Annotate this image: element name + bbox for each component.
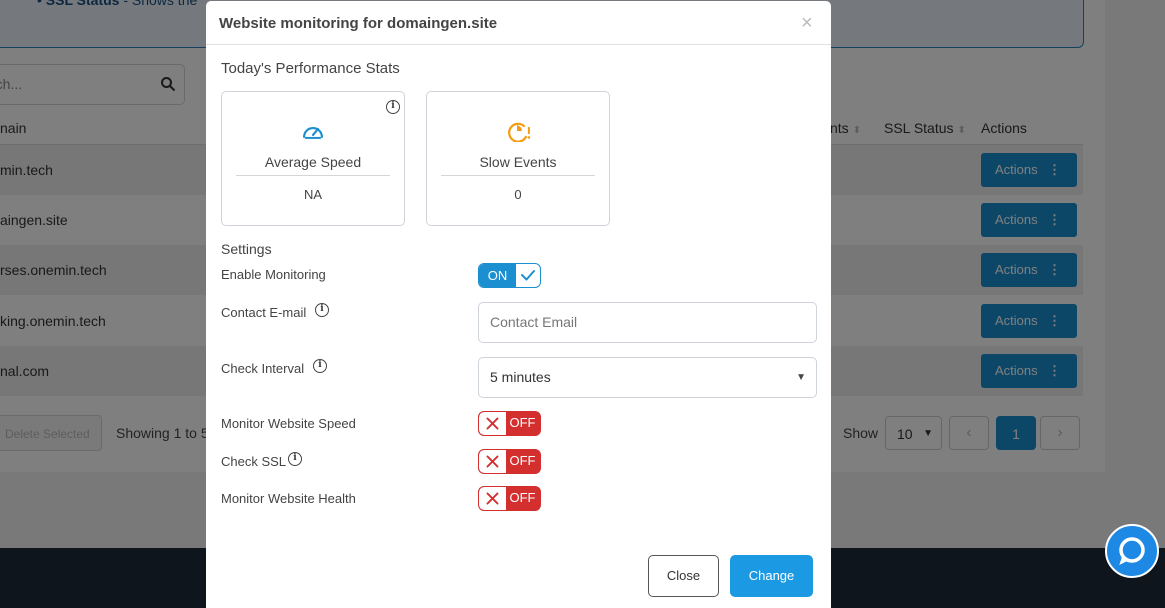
monitor-health-label: Monitor Website Health xyxy=(221,491,356,506)
x-icon xyxy=(479,487,506,510)
info-icon[interactable]: i xyxy=(313,359,327,373)
stats-heading: Today's Performance Stats xyxy=(221,60,400,77)
slow-events-card: Slow Events 0 xyxy=(426,91,610,226)
chat-button[interactable] xyxy=(1105,524,1159,578)
monitor-speed-label: Monitor Website Speed xyxy=(221,416,356,431)
modal-header: Website monitoring for domaingen.site × xyxy=(206,1,831,45)
check-interval-value: 5 minutes xyxy=(490,369,551,385)
monitor-health-toggle[interactable]: OFF xyxy=(478,486,541,511)
toggle-state: OFF xyxy=(509,415,536,430)
modal-title: Website monitoring for domaingen.site xyxy=(219,15,498,32)
contact-email-label: Contact E-mail xyxy=(221,305,307,320)
stat-label: Slow Events xyxy=(479,154,557,170)
contact-email-field[interactable]: Contact Email xyxy=(478,302,817,343)
x-icon xyxy=(479,412,506,435)
divider xyxy=(236,175,390,176)
chevron-down-icon: ▼ xyxy=(796,372,806,383)
stat-value: 0 xyxy=(514,187,522,202)
check-interval-select[interactable]: 5 minutes ▼ xyxy=(478,357,817,398)
enable-monitoring-label: Enable Monitoring xyxy=(221,267,326,282)
average-speed-card: i Average Speed NA xyxy=(221,91,405,226)
monitor-speed-toggle[interactable]: OFF xyxy=(478,411,541,436)
enable-monitoring-toggle[interactable]: ON xyxy=(478,263,541,288)
stat-label: Average Speed xyxy=(264,154,362,170)
contact-email-placeholder: Contact Email xyxy=(490,314,578,330)
check-ssl-label: Check SSL xyxy=(221,454,287,469)
info-icon[interactable]: i xyxy=(315,303,329,317)
chat-icon xyxy=(1119,537,1145,565)
x-icon xyxy=(479,450,506,473)
check-icon xyxy=(521,270,535,281)
divider xyxy=(441,175,595,176)
toggle-state: ON xyxy=(479,264,516,287)
stat-value: NA xyxy=(303,187,323,202)
check-interval-label: Check Interval xyxy=(221,361,305,376)
monitoring-modal: Website monitoring for domaingen.site × … xyxy=(206,1,831,608)
change-button[interactable]: Change xyxy=(730,555,813,597)
toggle-state: OFF xyxy=(509,453,536,468)
toggle-state: OFF xyxy=(509,490,536,505)
check-ssl-toggle[interactable]: OFF xyxy=(478,449,541,474)
gauge-icon xyxy=(303,126,323,139)
settings-heading: Settings xyxy=(221,241,272,257)
close-icon[interactable]: × xyxy=(801,13,813,33)
info-icon[interactable]: i xyxy=(288,452,302,466)
close-button[interactable]: Close xyxy=(648,555,719,597)
info-icon[interactable]: i xyxy=(386,100,400,114)
slow-clock-icon xyxy=(508,122,531,142)
